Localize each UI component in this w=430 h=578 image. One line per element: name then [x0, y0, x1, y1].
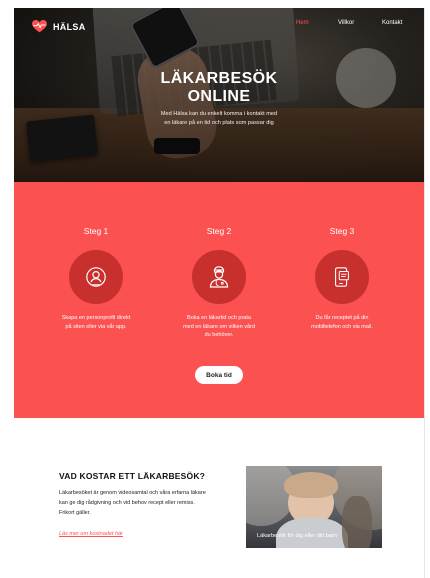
brand-name: HÄLSA — [53, 21, 86, 32]
brand-logo[interactable]: HÄLSA — [32, 20, 86, 33]
heart-pulse-icon — [32, 20, 47, 33]
step-description: Skapa en personprofil direkt på siten el… — [34, 314, 158, 331]
step-text-line2: mobiltelefon och via mail. — [311, 323, 373, 330]
hero-title-line2: ONLINE — [187, 88, 251, 105]
cost-section: VAD KOSTAR ETT LÄKARBESÖK? Läkarbesöket … — [14, 418, 424, 578]
steps-section: Steg 1 Skapa en personprofil direkt på s… — [14, 182, 424, 418]
hero-subtitle-line2: en läkare på en tid och plats som passar… — [164, 120, 274, 126]
doctor-icon — [209, 266, 229, 288]
nav-item-villkor[interactable]: Villkor — [338, 20, 354, 26]
nav-item-hem[interactable]: Hem — [296, 20, 309, 26]
step-title: Steg 3 — [329, 226, 355, 236]
website-frame: HÄLSA Hem Villkor Kontakt LÄKARBESÖK ONL… — [14, 8, 424, 578]
step-title: Steg 2 — [206, 226, 232, 236]
hero-title: LÄKARBESÖK ONLINE — [14, 70, 424, 106]
step-text-line1: Boka en läkartid och prata — [187, 315, 251, 321]
step-description: Du får receptet på din mobiltelefon och … — [280, 314, 404, 331]
hero-section: HÄLSA Hem Villkor Kontakt LÄKARBESÖK ONL… — [14, 8, 424, 182]
mobile-prescription-icon — [335, 267, 349, 287]
cost-text-line3: Frikort gäller. — [59, 510, 91, 516]
step-text-line2: med en läkare om vilken vård — [183, 323, 255, 330]
step-icon-circle — [69, 250, 123, 304]
hero-title-line1: LÄKARBESÖK — [160, 70, 278, 87]
hero-subtitle-line1: Med Hälsa kan du enkelt komma i kontakt … — [160, 111, 278, 117]
cost-title: VAD KOSTAR ETT LÄKARBESÖK? — [59, 471, 206, 481]
cost-text-line1: Läkarbesöket är genom videosamtal och vå… — [59, 490, 206, 496]
hero-subtitle: Med Hälsa kan du enkelt komma i kontakt … — [14, 110, 424, 128]
book-appointment-button[interactable]: Boka tid — [195, 366, 243, 384]
step-text-line1: Du får receptet på din — [315, 315, 369, 321]
cost-text-line2: kan ge dig rådgivning och vid behov rece… — [59, 500, 195, 506]
user-profile-icon — [86, 267, 106, 287]
nav-item-kontakt[interactable]: Kontakt — [382, 20, 402, 26]
step-text-line3: du behöver. — [204, 332, 234, 338]
step-title: Steg 1 — [83, 226, 109, 236]
page-edge-divider — [424, 8, 425, 578]
step-text-line2: på siten eller via vår app. — [65, 323, 127, 330]
step-description: Boka en läkartid och prata med en läkare… — [157, 314, 281, 340]
step-icon-circle — [315, 250, 369, 304]
page: HÄLSA Hem Villkor Kontakt LÄKARBESÖK ONL… — [0, 0, 430, 578]
read-more-cost-link[interactable]: Läs mer om kostnadet här — [59, 531, 123, 537]
child-photo: Läkarbesök för dig eller ditt barn — [246, 466, 382, 548]
photo-caption: Läkarbesök för dig eller ditt barn — [257, 533, 337, 539]
cost-description: Läkarbesöket är genom videosamtal och vå… — [59, 488, 235, 518]
step-icon-circle — [192, 250, 246, 304]
step-text-line1: Skapa en personprofil direkt — [61, 315, 131, 321]
